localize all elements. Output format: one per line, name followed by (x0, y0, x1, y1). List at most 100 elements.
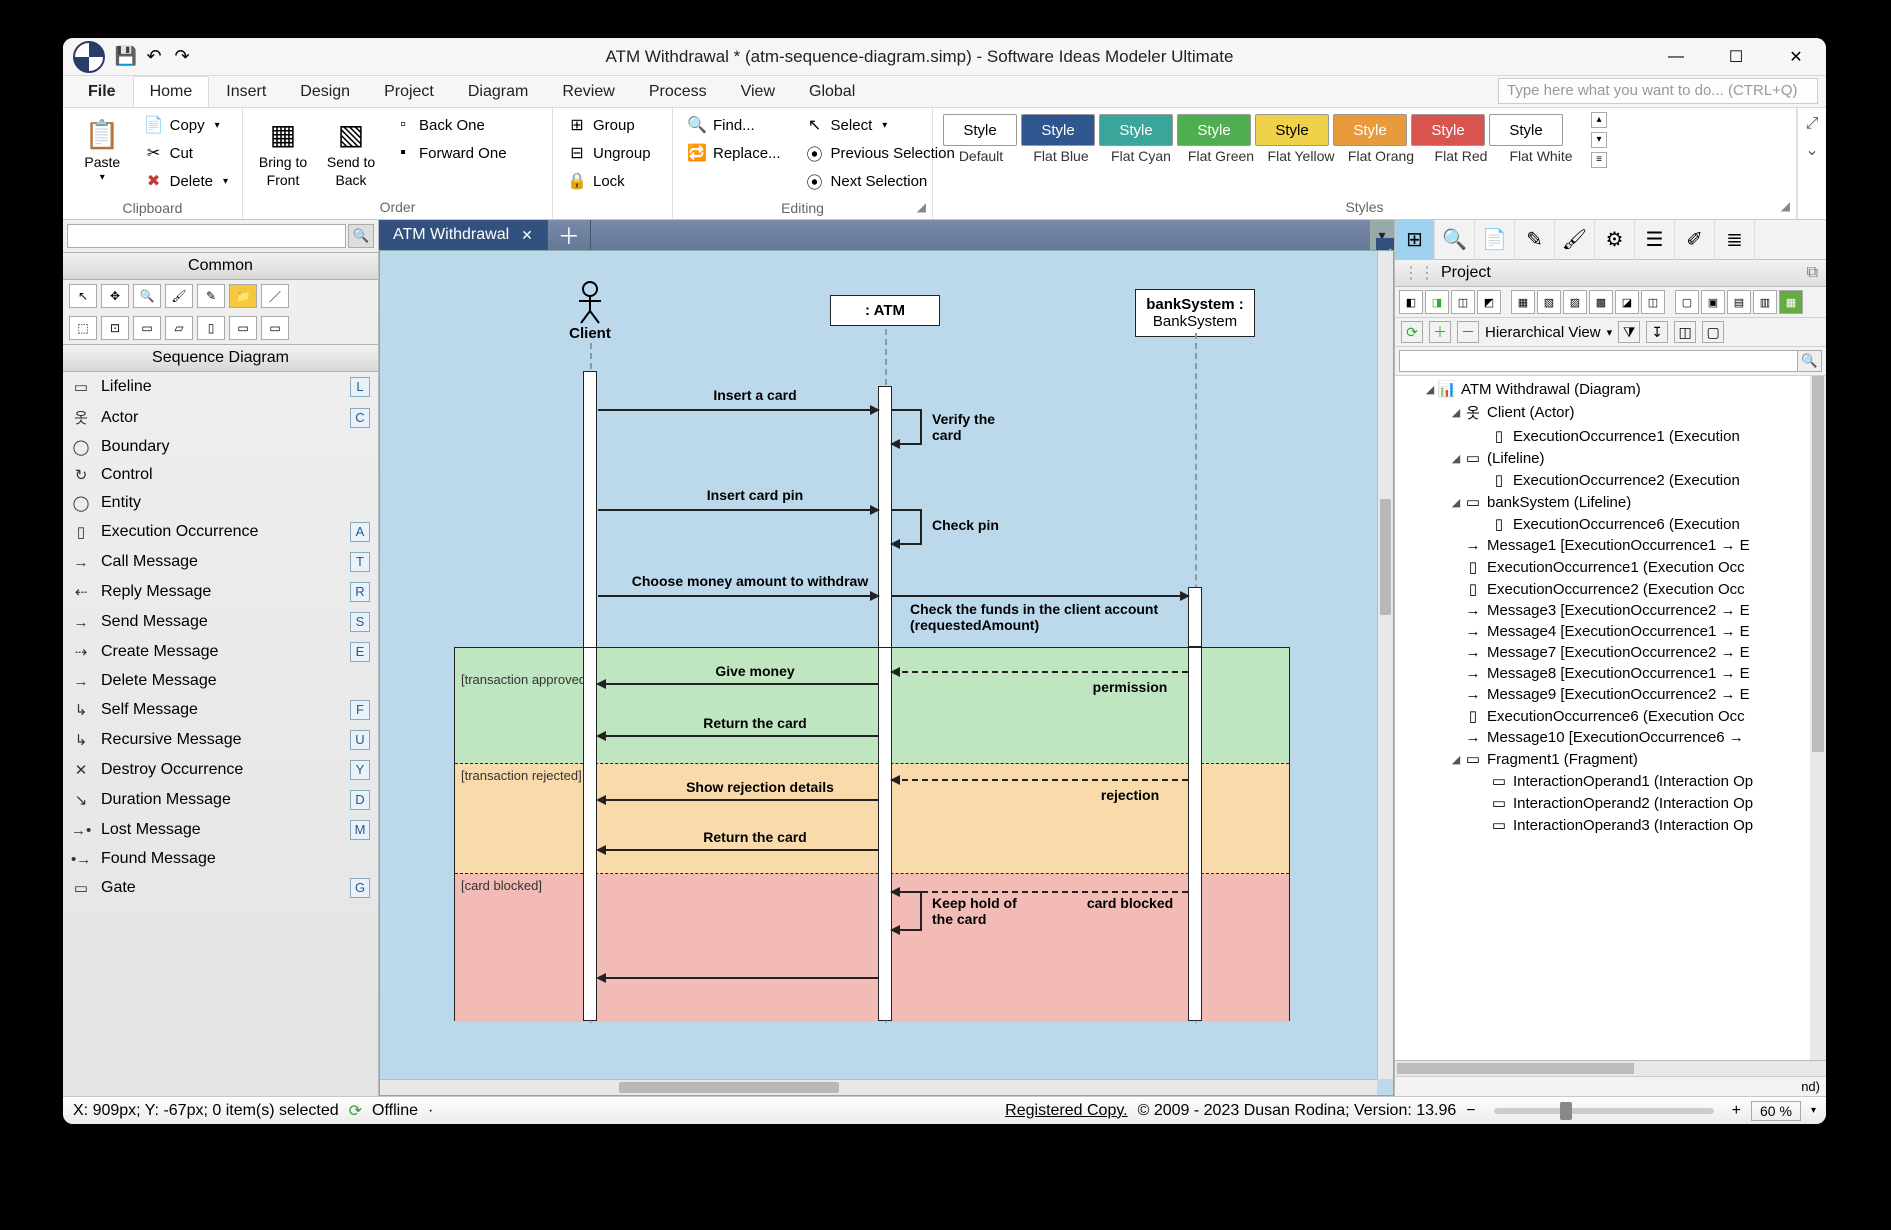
close-tab-icon[interactable]: ✕ (521, 227, 533, 244)
tool-recursive-message[interactable]: ↳Recursive MessageU (63, 725, 378, 755)
arrow-permission[interactable] (892, 671, 1188, 673)
tool-zoom-icon[interactable]: 🔍 (133, 284, 161, 308)
rp-tool-bars-icon[interactable]: ☰ (1635, 220, 1675, 260)
ungroup-button[interactable]: ⊟Ungroup (561, 140, 657, 166)
tool-control[interactable]: ↻Control (63, 461, 378, 489)
rpicon-12[interactable]: ▣ (1701, 290, 1725, 314)
tool-create-message[interactable]: ⇢Create MessageE (63, 637, 378, 667)
rpicon-7[interactable]: ▨ (1563, 290, 1587, 314)
zoom-slider[interactable] (1494, 1108, 1714, 1114)
style-scroll-up-icon[interactable]: ▴ (1591, 112, 1607, 128)
ribbon-tab-global[interactable]: Global (792, 76, 872, 107)
remove-icon[interactable]: － (1457, 321, 1479, 343)
rpicon-6[interactable]: ▧ (1537, 290, 1561, 314)
tell-me-search[interactable]: Type here what you want to do... (CTRL+Q… (1498, 78, 1818, 104)
rpicon-9[interactable]: ◪ (1615, 290, 1639, 314)
sort-icon[interactable]: ↧ (1646, 321, 1668, 343)
tool-f-icon[interactable]: ▭ (229, 316, 257, 340)
tool-c-icon[interactable]: ▭ (133, 316, 161, 340)
tree-eo2[interactable]: ▯ExecutionOccurrence2 (Execution (1395, 469, 1826, 491)
tree-eo6[interactable]: ▯ExecutionOccurrence6 (Execution (1395, 513, 1826, 535)
rp-tool-layers-icon[interactable]: ≣ (1715, 220, 1755, 260)
split-icon[interactable]: ◫ (1674, 321, 1696, 343)
group-button[interactable]: ⊞Group (561, 112, 657, 138)
tool-delete-message[interactable]: →Delete Message (63, 667, 378, 695)
rpicon-4[interactable]: ◩ (1477, 290, 1501, 314)
rpicon-13[interactable]: ▤ (1727, 290, 1751, 314)
save-icon[interactable]: 💾 (115, 46, 137, 68)
tree-msg8[interactable]: →Message8 [ExecutionOccurrence1 → E (1395, 663, 1826, 684)
tree-msg10[interactable]: →Message10 [ExecutionOccurrence6 → (1395, 727, 1826, 748)
tree-msg1[interactable]: →Message1 [ExecutionOccurrence1 → E (1395, 535, 1826, 556)
tree-msg9[interactable]: →Message9 [ExecutionOccurrence2 → E (1395, 684, 1826, 705)
self-checkpin[interactable] (892, 509, 922, 545)
rp-tool-pencil-icon[interactable]: ✐ (1675, 220, 1715, 260)
diagram-canvas[interactable]: Client : ATM bankSystem : BankSystem (379, 250, 1394, 1096)
add-icon[interactable]: ＋ (1429, 321, 1451, 343)
arrow-return1[interactable] (598, 735, 878, 737)
tool-self-message[interactable]: ↳Self MessageF (63, 695, 378, 725)
common-header[interactable]: Common (63, 252, 378, 280)
ribbon-help-icon[interactable]: ⌄ (1802, 140, 1822, 160)
rp-tool-brush-icon[interactable]: 🖌 (1555, 220, 1595, 260)
rp-tool-doc-icon[interactable]: 📄 (1475, 220, 1515, 260)
filter-icon[interactable]: ⧩ (1618, 321, 1640, 343)
lifeline-atm[interactable]: : ATM (830, 295, 940, 326)
ribbon-tab-view[interactable]: View (724, 76, 792, 107)
delete-button[interactable]: ✖Delete▾ (138, 168, 234, 194)
rpicon-15[interactable]: ▦ (1779, 290, 1803, 314)
find-button[interactable]: 🔍Find... (681, 112, 787, 138)
tool-lost-message[interactable]: →•Lost MessageM (63, 815, 378, 845)
project-header[interactable]: ⋮⋮ Project ⧉ (1395, 260, 1826, 287)
ribbon-tab-file[interactable]: File (71, 76, 133, 107)
style-swatch-flat-green[interactable]: Style (1177, 114, 1251, 146)
tool-reply-message[interactable]: ⇠Reply MessageR (63, 577, 378, 607)
square-icon[interactable]: ▢ (1702, 321, 1724, 343)
tree-frag[interactable]: ◢▭Fragment1 (Fragment) (1395, 748, 1826, 770)
toolbox-search-button[interactable]: 🔍 (348, 224, 374, 248)
tool-gate[interactable]: ▭GateG (63, 873, 378, 903)
zoom-in-button[interactable]: + (1732, 1102, 1741, 1120)
tool-format-icon[interactable]: 🖌 (165, 284, 193, 308)
doc-tab-atm[interactable]: ATM Withdrawal ✕ (379, 220, 548, 250)
tool-move-icon[interactable]: ✥ (101, 284, 129, 308)
tool-entity[interactable]: ◯Entity (63, 489, 378, 517)
tool-line-icon[interactable]: ／ (261, 284, 289, 308)
rpicon-1[interactable]: ◧ (1399, 290, 1423, 314)
tree-eo1[interactable]: ▯ExecutionOccurrence1 (Execution (1395, 425, 1826, 447)
tool-execution-occurrence[interactable]: ▯Execution OccurrenceA (63, 517, 378, 547)
arrow-insert-card[interactable] (598, 409, 878, 411)
canvas-v-scrollbar[interactable] (1377, 251, 1393, 1079)
style-swatch-flat-orang[interactable]: Style (1333, 114, 1407, 146)
minimize-button[interactable]: ― (1646, 38, 1706, 76)
style-swatch-flat-cyan[interactable]: Style (1099, 114, 1173, 146)
tool-found-message[interactable]: •→Found Message (63, 845, 378, 873)
rpicon-10[interactable]: ◫ (1641, 290, 1665, 314)
ribbon-collapse-icon[interactable]: ⤢ (1802, 114, 1822, 134)
tool-e-icon[interactable]: ▯ (197, 316, 225, 340)
bring-to-front-button[interactable]: ▦Bring toFront (251, 112, 315, 192)
rpicon-5[interactable]: ▦ (1511, 290, 1535, 314)
style-gallery-icon[interactable]: ≡ (1591, 152, 1607, 168)
copy-button[interactable]: 📄Copy▾ (138, 112, 234, 138)
tool-d-icon[interactable]: ▱ (165, 316, 193, 340)
tool-boundary[interactable]: ◯Boundary (63, 433, 378, 461)
rp-tool-gear-icon[interactable]: ⚙ (1595, 220, 1635, 260)
tool-call-message[interactable]: →Call MessageT (63, 547, 378, 577)
ribbon-tab-insert[interactable]: Insert (209, 76, 283, 107)
tree-eo2b[interactable]: ▯ExecutionOccurrence2 (Execution Occ (1395, 578, 1826, 600)
arrow-blocked[interactable] (892, 891, 1188, 893)
tree-client[interactable]: ◢옷Client (Actor) (1395, 400, 1826, 425)
ribbon-tab-review[interactable]: Review (545, 76, 631, 107)
arrow-checkfunds[interactable] (892, 595, 1188, 597)
tool-eyedrop-icon[interactable]: ✎ (197, 284, 225, 308)
tree-bank[interactable]: ◢▭bankSystem (Lifeline) (1395, 491, 1826, 513)
exec-bank[interactable] (1188, 587, 1202, 647)
tree-io3[interactable]: ▭InteractionOperand3 (Interaction Op (1395, 814, 1826, 836)
ribbon-tab-design[interactable]: Design (283, 76, 367, 107)
add-tab-button[interactable]: ＋ (548, 220, 591, 250)
project-search-input[interactable] (1399, 350, 1798, 372)
canvas-h-scrollbar[interactable] (380, 1079, 1377, 1095)
arrow-rejection[interactable] (892, 779, 1188, 781)
tool-lifeline[interactable]: ▭LifelineL (63, 372, 378, 402)
